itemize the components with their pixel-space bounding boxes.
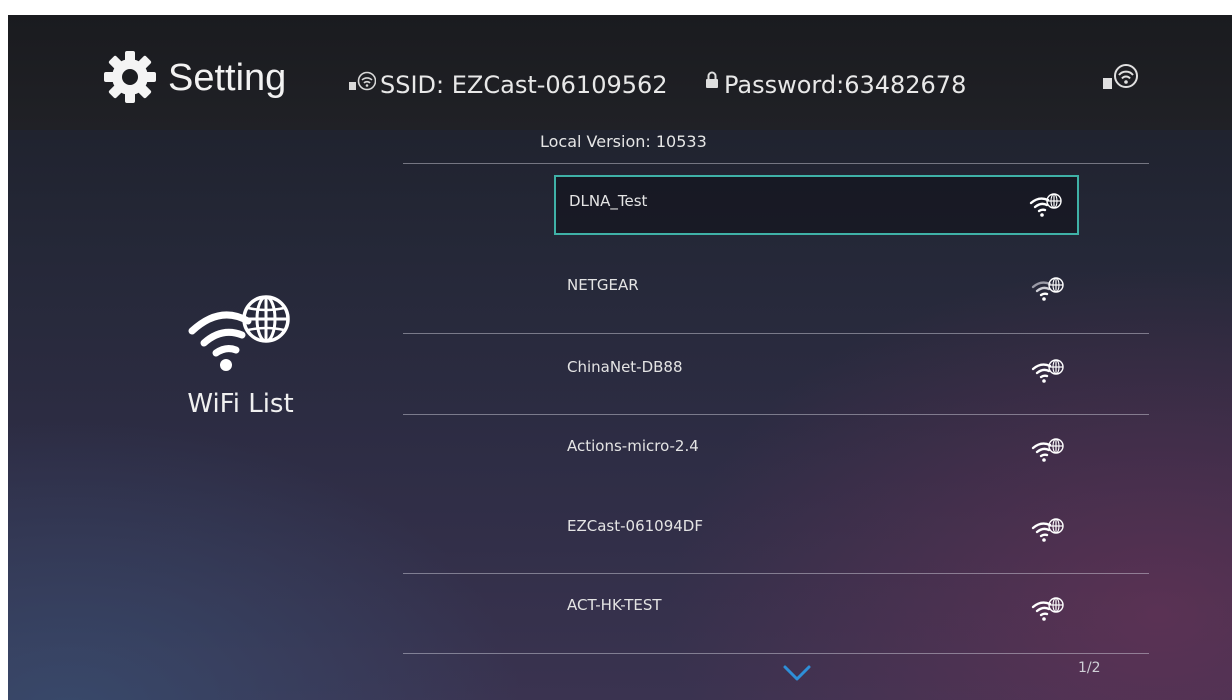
wifi-globe-icon: [1031, 438, 1064, 462]
wifi-globe-icon: [1031, 277, 1064, 301]
network-row-netgear[interactable]: NETGEAR: [554, 261, 1079, 321]
network-name: EZCast-061094DF: [567, 517, 703, 535]
chevron-down-icon[interactable]: [782, 663, 812, 683]
divider: [403, 163, 1149, 164]
divider: [403, 653, 1149, 654]
wifi-globe-icon: [1031, 518, 1064, 542]
ssid-text: SSID: EZCast-06109562: [380, 71, 668, 99]
local-version: Local Version: 10533: [540, 132, 707, 151]
network-row-act-hk-test[interactable]: ACT-HK-TEST: [554, 581, 1079, 641]
divider: [403, 573, 1149, 574]
divider: [403, 333, 1149, 334]
wifi-globe-icon: [1031, 597, 1064, 621]
hotspot-icon[interactable]: [1101, 63, 1139, 93]
password-text: Password:63482678: [724, 71, 967, 99]
network-name: ChinaNet-DB88: [567, 358, 683, 376]
page-indicator: 1/2: [1078, 660, 1101, 676]
lock-icon: [706, 71, 718, 88]
network-name: ACT-HK-TEST: [567, 596, 662, 614]
page-title: Setting: [168, 57, 287, 99]
network-name: DLNA_Test: [569, 192, 648, 210]
divider: [403, 414, 1149, 415]
wifi-list-label: WiFi List: [187, 389, 294, 419]
gear-icon: [104, 51, 156, 103]
wifi-globe-icon: [1031, 359, 1064, 383]
wifi-globe-icon: [1029, 193, 1062, 217]
network-row-actions-micro[interactable]: Actions-micro-2.4: [554, 422, 1079, 482]
top-bar: Setting SSID: EZCast-06109562 Password:6…: [8, 15, 1232, 130]
settings-screen: Setting SSID: EZCast-06109562 Password:6…: [8, 15, 1232, 700]
network-name: NETGEAR: [567, 276, 639, 294]
network-row-ezcast[interactable]: EZCast-061094DF: [554, 502, 1079, 562]
wifi-globe-icon: [188, 295, 290, 371]
wifi-icon: [349, 71, 376, 91]
network-row-chinanet[interactable]: ChinaNet-DB88: [554, 343, 1079, 403]
network-row-dlna-test[interactable]: DLNA_Test: [554, 175, 1079, 235]
network-name: Actions-micro-2.4: [567, 437, 699, 455]
